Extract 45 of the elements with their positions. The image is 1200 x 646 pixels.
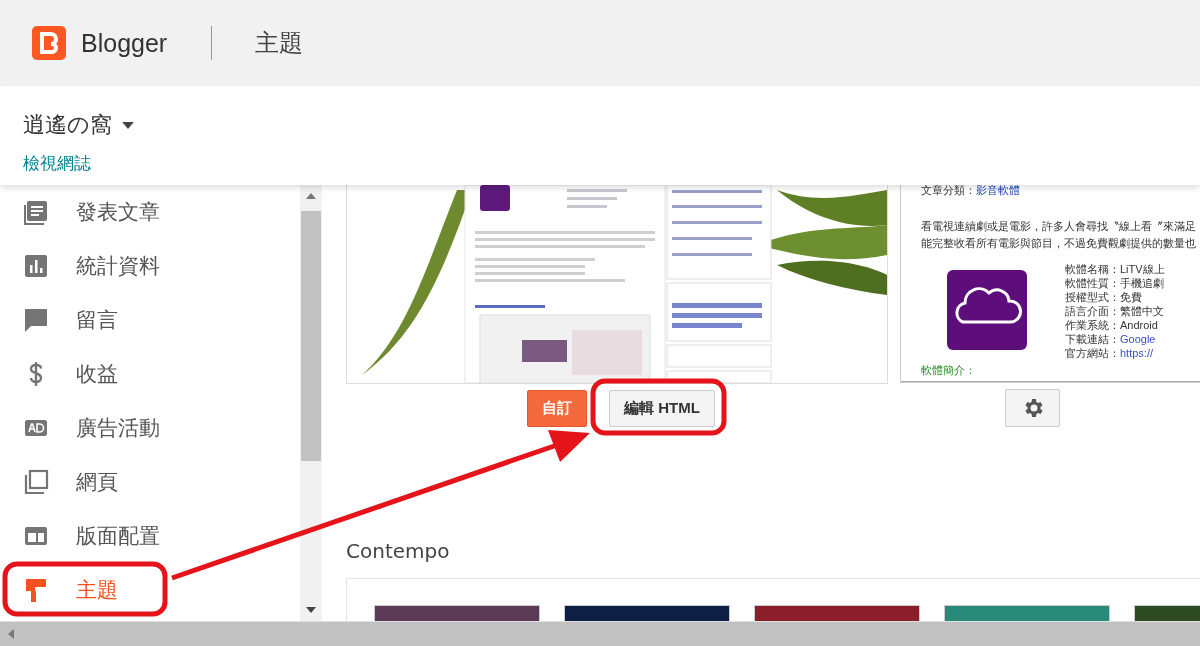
detail-label: 官方網站： [1065, 347, 1120, 359]
detail-value: LiTV線上 [1120, 263, 1165, 275]
settings-button[interactable] [1005, 389, 1060, 427]
detail-value: 手機追劇 [1120, 277, 1164, 289]
intro-text: 能完整收看所有電影與節目，不過免費觀劇提供的數量也 [921, 236, 1197, 251]
app-logo-icon [947, 270, 1027, 350]
detail-label: 下載連結： [1065, 333, 1120, 345]
scroll-down-icon[interactable] [306, 607, 316, 613]
detail-link[interactable]: https:// [1120, 347, 1154, 359]
theme-group-title: Contempo [346, 539, 451, 563]
vertical-scrollbar[interactable] [300, 185, 322, 621]
detail-value: 繁體中文 [1120, 305, 1164, 317]
detail-label: 授權型式： [1065, 291, 1120, 303]
detail-label: 作業系統： [1065, 319, 1120, 331]
stats-icon [22, 252, 50, 280]
sidebar-item[interactable]: 留言 [0, 293, 300, 347]
sidebar-item[interactable]: 版面配置 [0, 509, 300, 563]
detail-value: Android [1120, 319, 1158, 331]
detail-label: 軟體性質： [1065, 277, 1120, 289]
blog-selector[interactable]: 逍遙の窩 [23, 110, 134, 140]
detail-value: 免費 [1120, 291, 1142, 303]
sidebar-item[interactable]: 收益 [0, 347, 300, 401]
detail-link[interactable]: Google [1120, 333, 1156, 345]
brand-name: Blogger [81, 28, 168, 58]
detail-label: 語言介面： [1065, 305, 1120, 317]
pages-icon [22, 468, 50, 496]
sidebar-item[interactable]: 網頁 [0, 455, 300, 509]
edit-html-button[interactable]: 編輯 HTML [609, 390, 715, 427]
view-blog-link[interactable]: 檢視網誌 [23, 152, 1200, 175]
sidebar-item[interactable]: 主題 [0, 563, 300, 617]
sidebar-item[interactable]: 發表文章 [0, 185, 300, 239]
sidebar-item[interactable]: 統計資料 [0, 239, 300, 293]
posts-icon [22, 198, 50, 226]
dropdown-caret-icon[interactable] [122, 121, 134, 129]
comments-icon [22, 306, 50, 334]
category-link[interactable]: 影音軟體 [976, 185, 1020, 196]
intro-text: 看電視連續劇或是電影，許多人會尋找〝線上看〞來滿足 [921, 219, 1197, 234]
page-title: 主題 [255, 28, 304, 58]
scroll-up-icon[interactable] [306, 193, 316, 199]
blogger-logo-icon [32, 26, 66, 60]
detail-label: 軟體名稱： [1065, 263, 1120, 275]
section-title: 軟體簡介： [921, 364, 977, 377]
category-label: 文章分類： [921, 185, 976, 196]
sidebar-item[interactable]: 廣告活動 [0, 401, 300, 455]
horizontal-scrollbar[interactable] [0, 621, 1200, 646]
